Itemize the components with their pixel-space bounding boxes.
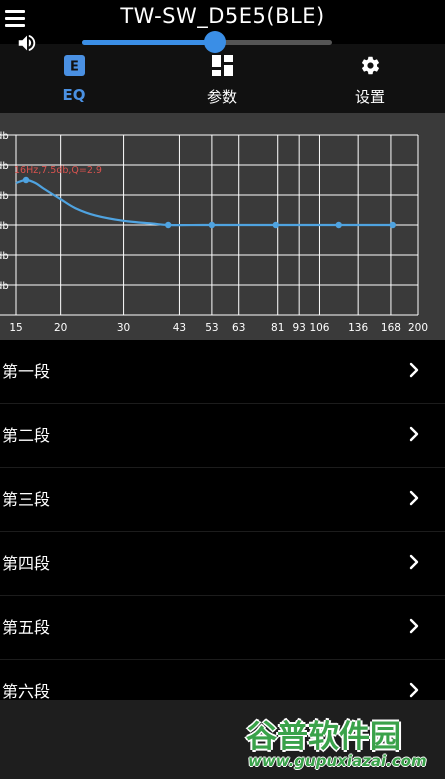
- page-title: TW-SW_D5E5(BLE): [120, 4, 325, 28]
- segment-row-1[interactable]: 第一段: [0, 340, 445, 404]
- speaker-icon[interactable]: [16, 32, 38, 54]
- x-tick-label: 200: [408, 322, 428, 334]
- chevron-right-icon: [409, 554, 419, 570]
- tab-eq-label: EQ: [62, 86, 86, 104]
- volume-slider-thumb[interactable]: [204, 31, 226, 53]
- x-axis-labels: 15 20 30 43 53 63 81 93 106 136 168 200: [9, 322, 428, 334]
- tab-params[interactable]: 参数: [148, 44, 296, 113]
- y-tick-label: db: [0, 161, 9, 172]
- segment-row-4[interactable]: 第四段: [0, 532, 445, 596]
- y-axis-labels: db db db db db db: [0, 131, 9, 292]
- eq-chart[interactable]: db db db db db db 15 20 30 43 53 63 81 93 106 136 168 20…: [0, 113, 445, 340]
- watermark-url: www.gupuxiazai.com: [248, 752, 427, 770]
- x-tick-label: 30: [117, 322, 130, 334]
- y-tick-label: db: [0, 131, 9, 142]
- grid-icon: [212, 55, 233, 76]
- x-tick-label: 93: [292, 322, 305, 334]
- control-point[interactable]: [272, 221, 279, 229]
- segment-row-5[interactable]: 第五段: [0, 596, 445, 660]
- x-tick-label: 63: [232, 322, 245, 334]
- control-point[interactable]: [165, 221, 172, 229]
- gear-icon: [361, 56, 380, 75]
- control-point[interactable]: [208, 221, 216, 229]
- x-tick-label: 106: [309, 322, 329, 334]
- tab-eq[interactable]: E EQ: [0, 44, 148, 113]
- filter-annotation: 16Hz,7.5db,Q=2.9: [14, 165, 102, 176]
- chevron-right-icon: [409, 426, 419, 442]
- y-tick-label: db: [0, 281, 9, 292]
- control-points: [22, 176, 396, 229]
- control-point[interactable]: [389, 221, 396, 229]
- tab-params-label: 参数: [206, 88, 237, 106]
- watermark: 谷普软件园 www.gupuxiazai.com: [246, 711, 445, 779]
- svg-text:E: E: [70, 60, 79, 75]
- y-tick-label: db: [0, 221, 9, 232]
- chevron-right-icon: [409, 682, 419, 698]
- segment-label: 第六段: [2, 682, 51, 701]
- segment-label: 第五段: [2, 618, 51, 637]
- x-tick-label: 20: [54, 322, 67, 334]
- y-tick-label: db: [0, 251, 9, 262]
- eq-curve: [15, 178, 393, 227]
- y-tick-label: db: [0, 191, 9, 202]
- segment-row-3[interactable]: 第三段: [0, 468, 445, 532]
- eq-chart-svg: db db db db db db 15 20 30 43 53 63 81 93 106 136 168 20…: [0, 131, 428, 334]
- tab-bar: E EQ 参数 设置: [0, 44, 445, 113]
- segment-row-2[interactable]: 第二段: [0, 404, 445, 468]
- chevron-right-icon: [409, 490, 419, 506]
- volume-slider-fill: [82, 40, 217, 45]
- segment-label: 第二段: [2, 426, 51, 445]
- x-tick-label: 136: [348, 322, 368, 334]
- segment-label: 第一段: [2, 362, 51, 381]
- control-point[interactable]: [335, 221, 342, 229]
- x-tick-label: 15: [9, 322, 22, 334]
- segment-label: 第三段: [2, 490, 51, 509]
- x-tick-label: 53: [205, 322, 218, 334]
- watermark-logo: 谷普软件园: [246, 719, 401, 755]
- chevron-right-icon: [409, 362, 419, 378]
- x-tick-label: 43: [173, 322, 186, 334]
- tab-settings-label: 设置: [354, 88, 385, 106]
- chevron-right-icon: [409, 618, 419, 634]
- eq-icon: E: [64, 55, 85, 76]
- x-tick-label: 168: [381, 322, 401, 334]
- tab-settings[interactable]: 设置: [296, 44, 444, 113]
- segment-label: 第四段: [2, 554, 51, 573]
- x-tick-label: 81: [271, 322, 284, 334]
- control-point[interactable]: [22, 176, 30, 184]
